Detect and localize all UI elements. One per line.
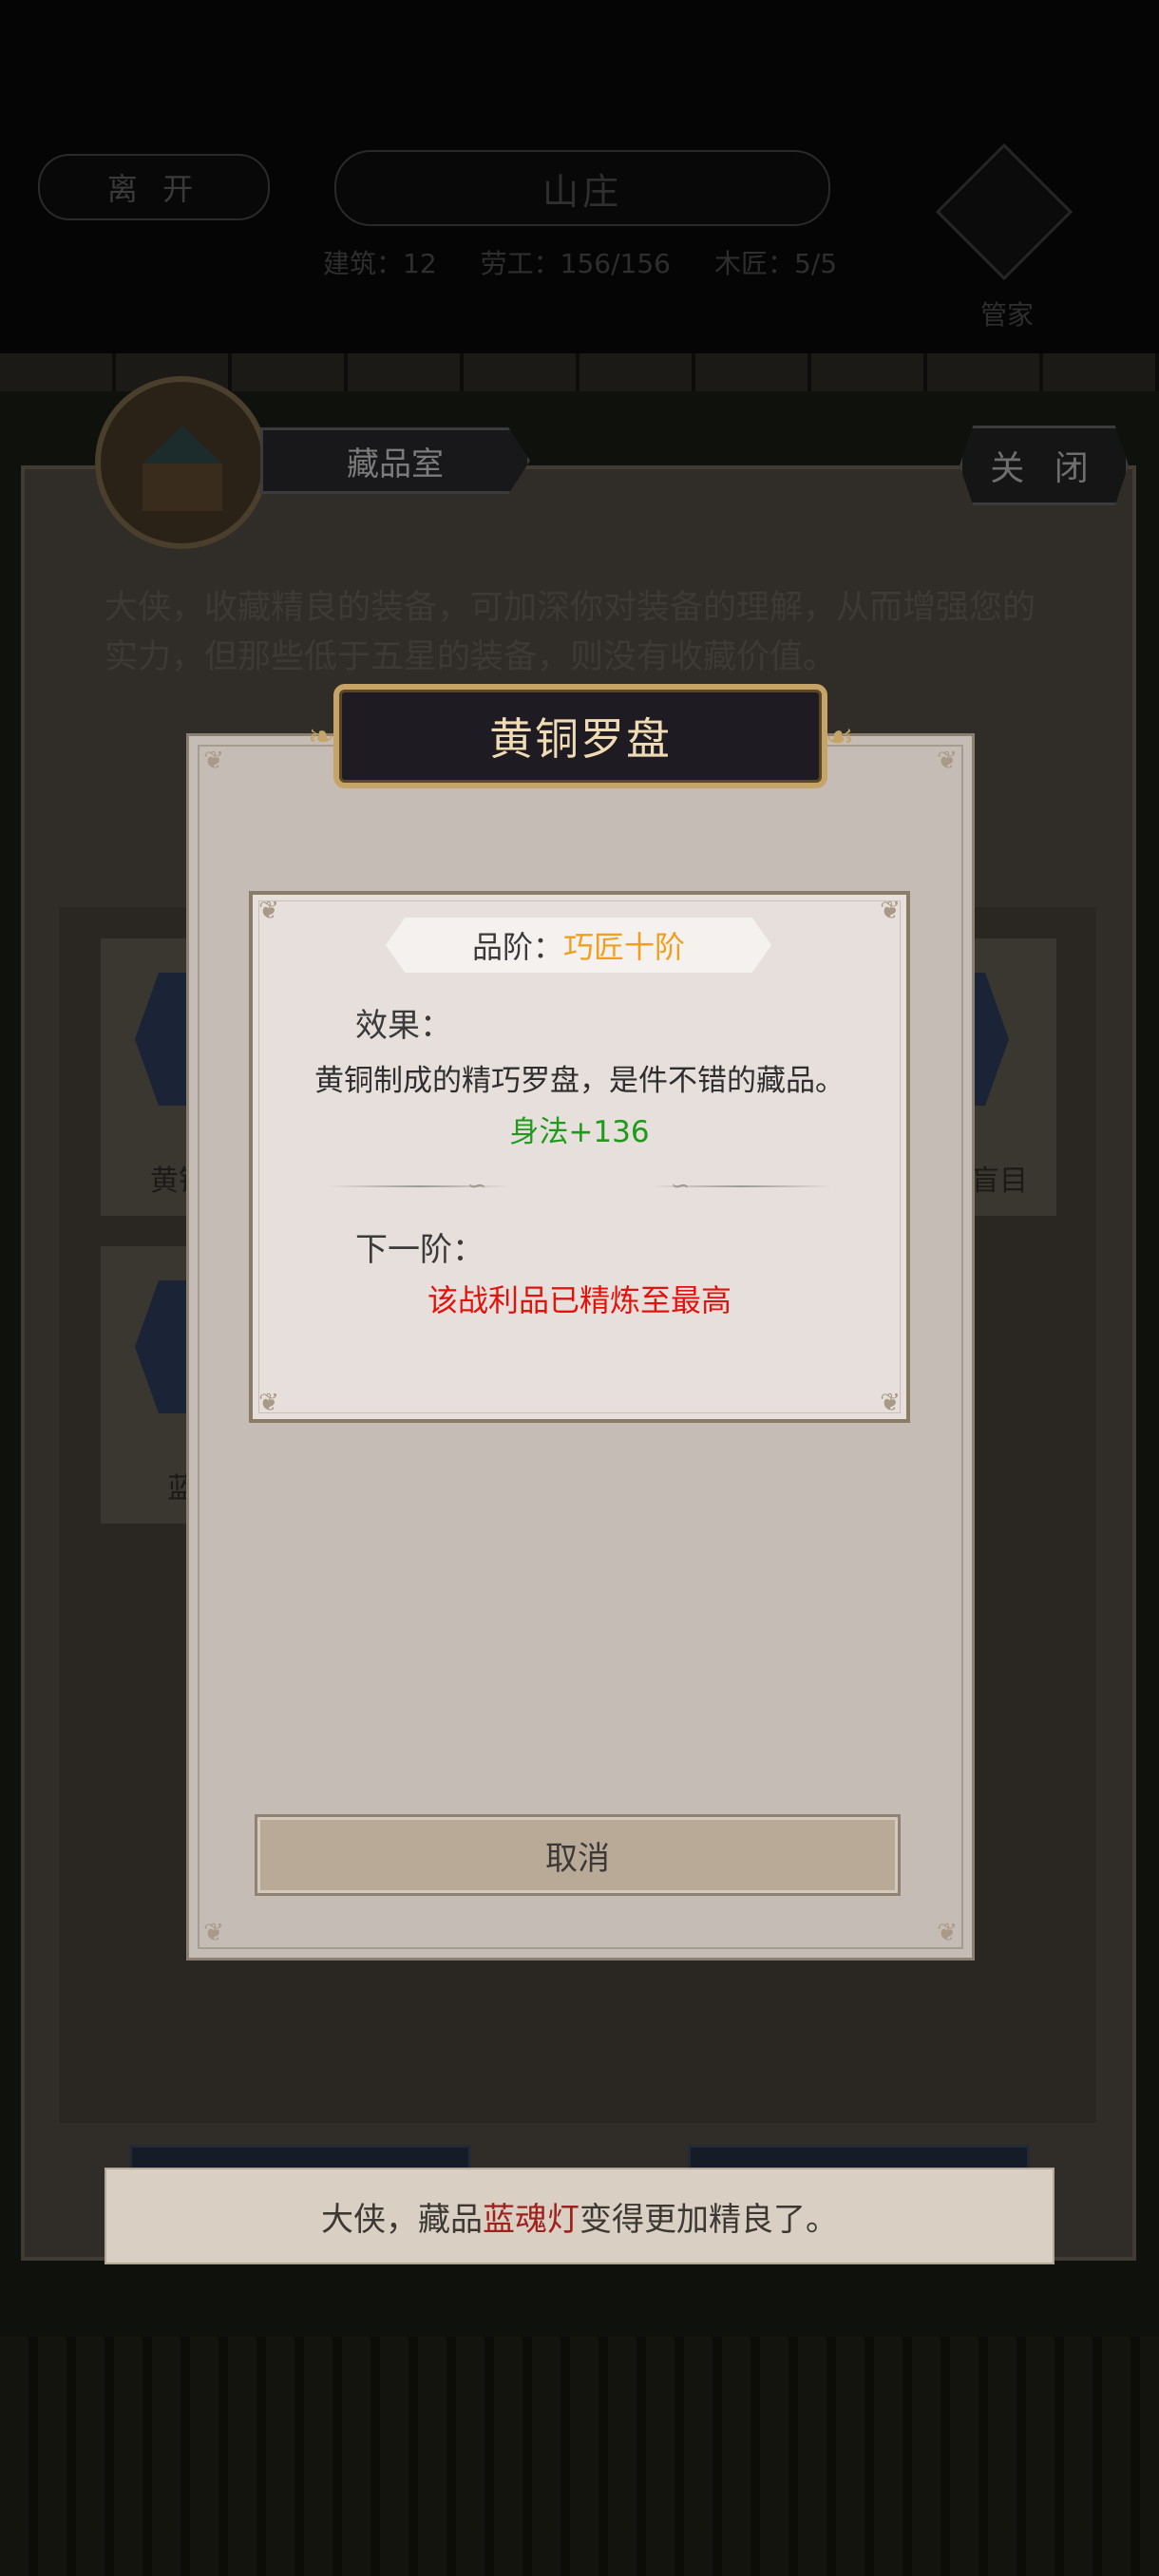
stat-laborers: 劳工：156/156	[480, 248, 671, 279]
leave-button[interactable]: 离 开	[38, 154, 270, 220]
villa-title: 山庄	[334, 150, 830, 226]
room-title-tab: 藏品室	[260, 427, 530, 494]
toast-notification: 大侠，藏品 蓝魂灯 变得更加精良了。	[104, 2168, 1054, 2264]
grade-value: 巧匠十阶	[563, 929, 686, 965]
abacus-icon	[935, 142, 1074, 281]
room-description: 大侠，收藏精良的装备，可加深你对装备的理解，从而增强您的实力，但那些低于五星的装…	[104, 589, 1036, 676]
fence-background	[0, 2337, 1159, 2576]
corner-ornament-icon: ❦	[258, 1389, 279, 1417]
grade-banner: 品阶： 巧匠十阶	[386, 918, 771, 973]
effect-stat-bonus: 身法+136	[509, 1115, 650, 1149]
toast-item-name: 蓝魂灯	[483, 2200, 580, 2239]
corner-ornament-icon: ❦	[937, 747, 958, 775]
item-title: 黄铜罗盘	[333, 684, 827, 788]
grade-label: 品阶：	[471, 929, 563, 965]
divider-right	[652, 1185, 832, 1187]
steward-button[interactable]: 管家	[935, 142, 1074, 331]
divider-ornament-icon: ∽	[467, 1172, 487, 1199]
corner-ornament-icon: ❦	[203, 1919, 224, 1947]
corner-ornament-icon: ❦	[258, 897, 279, 925]
pavilion-body-icon	[142, 464, 222, 511]
corner-ornament-icon: ❦	[203, 747, 224, 775]
stat-buildings: 建筑：12	[323, 248, 437, 279]
item-info-card: ❦ ❦ ❦ ❦ 品阶： 巧匠十阶 效果： 黄铜制成的精巧罗盘，是件不错的藏品。 …	[249, 891, 910, 1423]
steward-label: 管家	[979, 299, 1034, 331]
corner-ornament-icon: ❦	[880, 1389, 901, 1417]
effect-description: 黄铜制成的精巧罗盘，是件不错的藏品。	[314, 1064, 845, 1098]
item-detail-modal: ❦ ❦ ❦ ❦ ❧ ☙ 黄铜罗盘 ❦ ❦ ❦ ❦ 品阶： 巧匠十阶 效果： 黄铜…	[186, 684, 975, 1960]
next-tier-status: 该战利品已精炼至最高	[427, 1282, 732, 1318]
corner-ornament-icon: ❦	[937, 1919, 958, 1947]
toast-prefix: 大侠，藏品	[321, 2200, 483, 2239]
stat-carpenters: 木匠：5/5	[713, 248, 838, 279]
effect-label: 效果：	[355, 1007, 452, 1045]
collection-room-icon	[95, 376, 268, 549]
pavilion-roof-icon	[142, 426, 222, 464]
info-card-inner-border	[258, 900, 901, 1413]
cancel-button[interactable]: 取消	[255, 1814, 901, 1896]
villa-stats: 建筑：12 劳工：156/156 木匠：5/5	[323, 243, 855, 281]
toast-suffix: 变得更加精良了。	[580, 2200, 838, 2239]
collection-card-label: 盲目	[971, 1165, 1028, 1198]
corner-ornament-icon: ❦	[880, 897, 901, 925]
next-tier-label: 下一阶：	[355, 1231, 484, 1269]
close-button[interactable]: 关 闭	[960, 426, 1129, 505]
